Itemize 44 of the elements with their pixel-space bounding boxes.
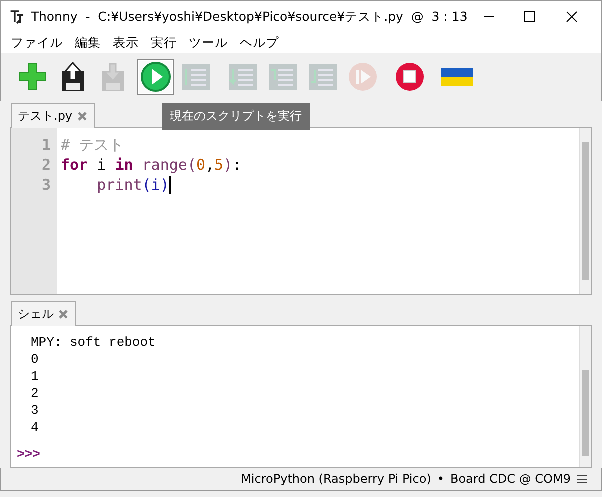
play-icon (140, 61, 172, 93)
line-number: 3 (40, 175, 52, 195)
output-line: 4 (31, 419, 40, 436)
close-icon (76, 110, 88, 122)
code-line: print(i) (97, 175, 170, 195)
plus-icon (16, 61, 48, 93)
stop-icon (394, 61, 426, 93)
code-line: for i in range(0,5): (61, 155, 242, 175)
menu-icon (577, 474, 587, 484)
resume-icon (346, 61, 378, 93)
output-line: 0 (31, 351, 40, 368)
output-line: MPY: soft reboot (31, 334, 157, 351)
list-icon (266, 61, 298, 93)
list-icon (306, 61, 338, 93)
output-line: 2 (31, 385, 40, 402)
menu-item[interactable]: ツール (183, 33, 234, 53)
line-number: 1 (40, 135, 52, 155)
run-button[interactable] (137, 59, 174, 95)
code-line: # テスト (61, 135, 124, 155)
separator-dot: • (437, 472, 444, 486)
menu-item[interactable]: 表示 (107, 33, 145, 53)
list-icon (180, 61, 212, 93)
window-title: Thonny - C:¥Users¥yoshi¥Desktop¥Pico¥source¥テスト.py @ 3 : 13 (31, 8, 468, 26)
output-line: 1 (31, 368, 40, 385)
port-label[interactable]: Board CDC @ COM9 (450, 472, 571, 486)
scrollbar[interactable] (579, 128, 591, 294)
shell-prompt: >>> (17, 446, 42, 463)
file-tab[interactable]: テスト.py (11, 103, 95, 128)
menu-item[interactable]: ファイル (5, 33, 69, 53)
maximize-icon (524, 11, 536, 23)
menu-item[interactable]: 編集 (69, 33, 107, 53)
output-line: 3 (31, 402, 40, 419)
close-icon (566, 11, 578, 23)
file-tab[interactable]: シェル (11, 301, 76, 326)
line-number: 2 (40, 155, 52, 175)
text-cursor (169, 176, 172, 194)
menu-item[interactable]: ヘルプ (234, 33, 285, 53)
tooltip: 現在のスクリプトを実行 (162, 103, 310, 130)
interpreter-label[interactable]: MicroPython (Raspberry Pi Pico) (241, 472, 432, 486)
scrollbar[interactable] (579, 326, 591, 467)
close-icon (58, 308, 69, 320)
menu-item[interactable]: 実行 (145, 33, 183, 53)
app-logo-icon (9, 8, 26, 26)
list-icon (226, 61, 258, 93)
